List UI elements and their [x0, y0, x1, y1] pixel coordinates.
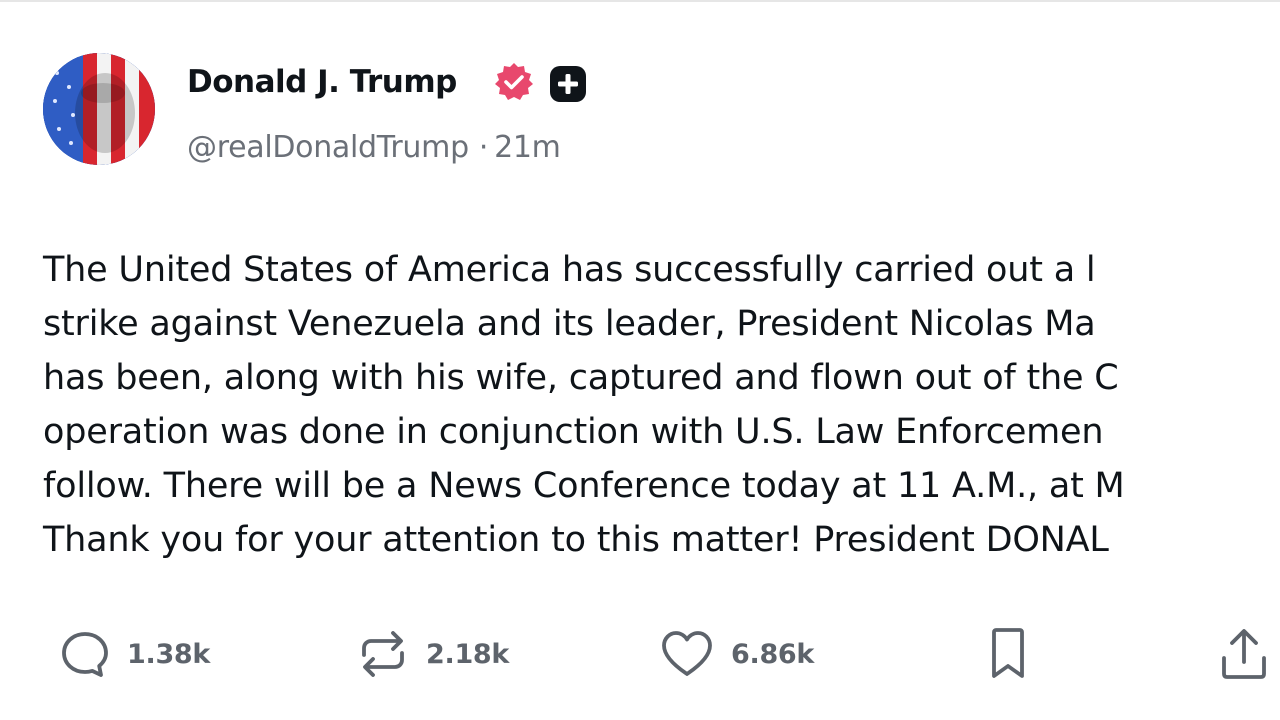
like-button[interactable]: 6.86k [659, 622, 814, 686]
top-divider [0, 0, 1280, 2]
reply-count: 1.38k [127, 638, 211, 670]
post-body-line: operation was done in conjunction with U… [43, 412, 1104, 452]
post-body-line: Thank you for your attention to this mat… [43, 520, 1109, 560]
repost-button[interactable]: 2.18k [356, 622, 509, 686]
share-button[interactable] [1218, 622, 1270, 686]
share-icon [1218, 626, 1270, 682]
author-name[interactable]: Donald J. Trump [187, 60, 457, 104]
repost-icon [356, 628, 410, 680]
repost-count: 2.18k [426, 638, 510, 670]
post-card: Donald J. Trump @realDonaldTrump · 21m The… [0, 0, 1280, 720]
post-body-line: The United States of America has success… [43, 250, 1096, 290]
bookmark-icon [986, 626, 1030, 682]
post-body-line: has been, along with his wife, captured … [43, 358, 1119, 398]
post-body-line: strike against Venezuela and its leader,… [43, 304, 1096, 344]
avatar[interactable] [43, 53, 155, 165]
post-body: The United States of America has success… [43, 243, 1280, 567]
flag-portrait-avatar [43, 53, 155, 165]
author-handle[interactable]: @realDonaldTrump [187, 130, 469, 165]
bookmark-button[interactable] [986, 622, 1030, 686]
post-timestamp[interactable]: 21m [494, 130, 561, 165]
heart-icon [659, 628, 715, 680]
meta-separator: · [478, 130, 489, 165]
reply-button[interactable]: 1.38k [59, 622, 210, 686]
verified-badge-icon [495, 63, 533, 100]
post-meta: @realDonaldTrump · 21m [187, 126, 561, 170]
like-count: 6.86k [731, 638, 815, 670]
plus-badge-icon [550, 66, 586, 102]
post-body-line: follow. There will be a News Conference … [43, 466, 1125, 506]
reply-icon [59, 628, 111, 680]
